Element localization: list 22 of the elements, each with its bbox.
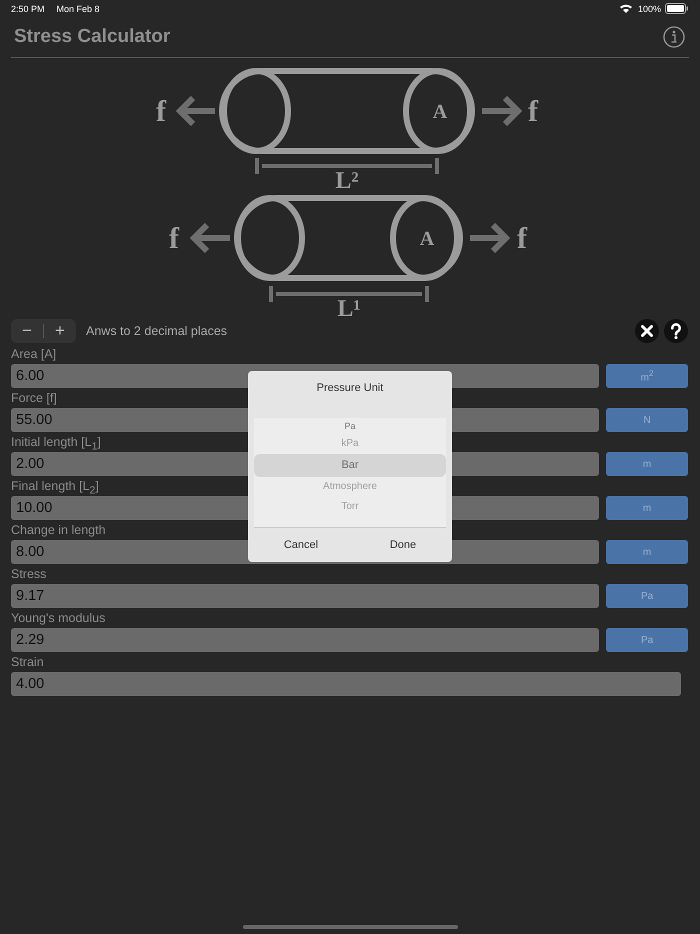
- field-label: Force [f]: [11, 390, 57, 407]
- field-label: Young's modulus: [11, 610, 106, 627]
- app-title: Stress Calculator: [14, 26, 170, 48]
- field-label: Strain: [11, 654, 44, 671]
- field-label: Stress: [11, 566, 46, 583]
- field-label: Final length [L$_{2}$]: [11, 478, 99, 496]
- length-label: L²: [335, 168, 359, 194]
- field-label: Initial length [L$_{1}$]: [11, 434, 101, 452]
- precision-label: Anws to 2 decimal places: [86, 324, 228, 338]
- force-label: f: [156, 95, 166, 128]
- field-label: Area [A]: [11, 346, 56, 363]
- length-label: L¹: [337, 296, 361, 318]
- force-label: f: [528, 95, 538, 128]
- area-label: A: [432, 101, 448, 123]
- battery-percent: 100%: [638, 4, 661, 14]
- status-time: 2:50 PM: [11, 4, 45, 14]
- status-date: Mon Feb 8: [56, 4, 100, 14]
- field-label: Change in length: [11, 522, 106, 539]
- force-label: f: [169, 222, 179, 255]
- force-label: f: [517, 222, 527, 255]
- area-label: A: [420, 228, 434, 250]
- dialog-title: Pressure Unit: [316, 382, 384, 396]
